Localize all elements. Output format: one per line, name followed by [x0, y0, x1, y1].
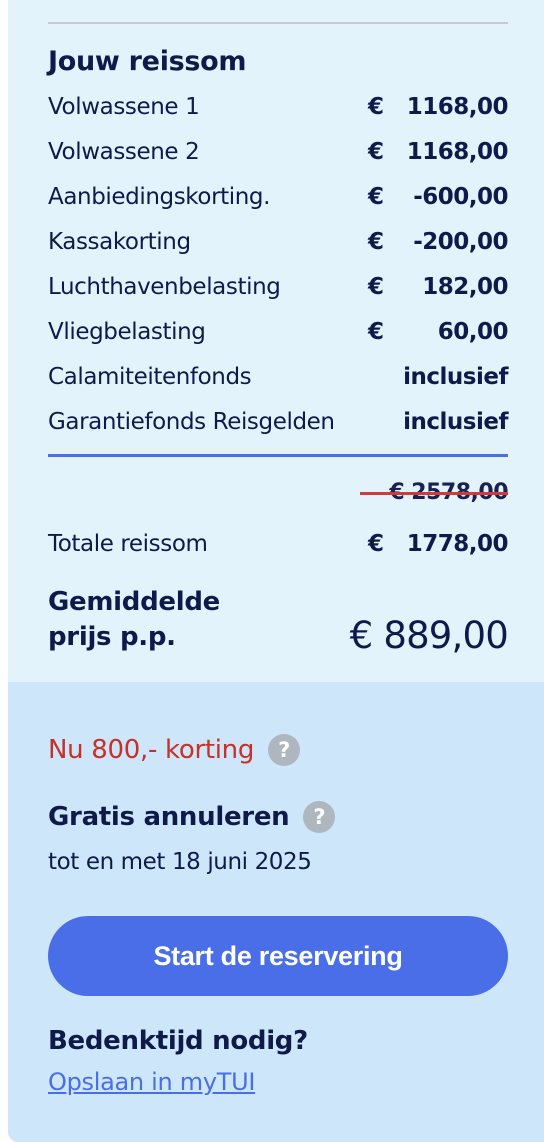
- question-mark-circle-icon[interactable]: ?: [303, 801, 336, 833]
- price-lines: Volwassene 1 € 1168,00 Volwassene 2 € 11…: [48, 84, 509, 444]
- price-line-currency: €: [368, 93, 385, 120]
- summary-heading: Jouw reissom: [48, 46, 247, 77]
- average-price-label: Gemiddelde prijs p.p.: [48, 587, 220, 652]
- price-line-amount: inclusief: [403, 363, 508, 390]
- think-time-title: Bedenktijd nodig?: [48, 1026, 308, 1056]
- price-line-currency: €: [368, 183, 385, 210]
- price-line-amount: -200,00: [413, 228, 508, 255]
- price-line-calamity-fund: Calamiteitenfonds inclusief: [48, 354, 508, 399]
- price-line-adult-2: Volwassene 2 € 1168,00: [48, 129, 509, 174]
- free-cancellation-until: tot en met 18 juni 2025: [48, 849, 312, 875]
- free-cancellation: Gratis annuleren ?: [48, 801, 336, 833]
- total-currency: €: [368, 531, 385, 557]
- price-line-amount: inclusief: [403, 408, 508, 435]
- price-line-amount: 1168,00: [406, 93, 509, 120]
- old-total-strikethrough: [360, 492, 508, 495]
- discount-text: Nu 800,- korting: [48, 735, 255, 765]
- price-line-currency: €: [368, 318, 385, 345]
- save-in-mytui-link[interactable]: Opslaan in myTUI: [48, 1068, 255, 1096]
- price-line-cash-discount: Kassakorting € -200,00: [48, 219, 508, 264]
- top-divider: [48, 22, 508, 24]
- question-mark-circle-icon[interactable]: ?: [268, 734, 301, 766]
- discount-banner: Nu 800,- korting ?: [48, 734, 301, 766]
- average-price-value: € 889,00: [349, 614, 509, 657]
- price-line-guarantee-fund: Garantiefonds Reisgelden inclusief: [48, 399, 508, 444]
- price-line-amount: 182,00: [422, 273, 508, 300]
- price-line-airport-tax: Luchthavenbelasting € 182,00: [48, 264, 508, 309]
- price-line-amount: 60,00: [437, 318, 509, 345]
- price-line-flight-tax: Vliegbelasting € 60,00: [48, 309, 509, 354]
- price-line-offer-discount: Aanbiedingskorting. € -600,00: [48, 174, 508, 219]
- total-amount: 1778,00: [406, 531, 509, 557]
- total-row: Totale reissom € 1778,00: [48, 524, 509, 564]
- free-cancellation-title: Gratis annuleren: [48, 802, 290, 832]
- price-line-currency: €: [368, 228, 385, 255]
- total-divider: [48, 454, 508, 457]
- price-line-amount: -600,00: [413, 183, 508, 210]
- price-line-amount: 1168,00: [406, 138, 509, 165]
- start-reservation-button[interactable]: Start de reservering: [48, 916, 508, 996]
- price-line-currency: €: [368, 138, 385, 165]
- price-line-adult-1: Volwassene 1 € 1168,00: [48, 84, 509, 129]
- total-label: Totale reissom: [48, 531, 208, 557]
- price-line-currency: €: [368, 273, 385, 300]
